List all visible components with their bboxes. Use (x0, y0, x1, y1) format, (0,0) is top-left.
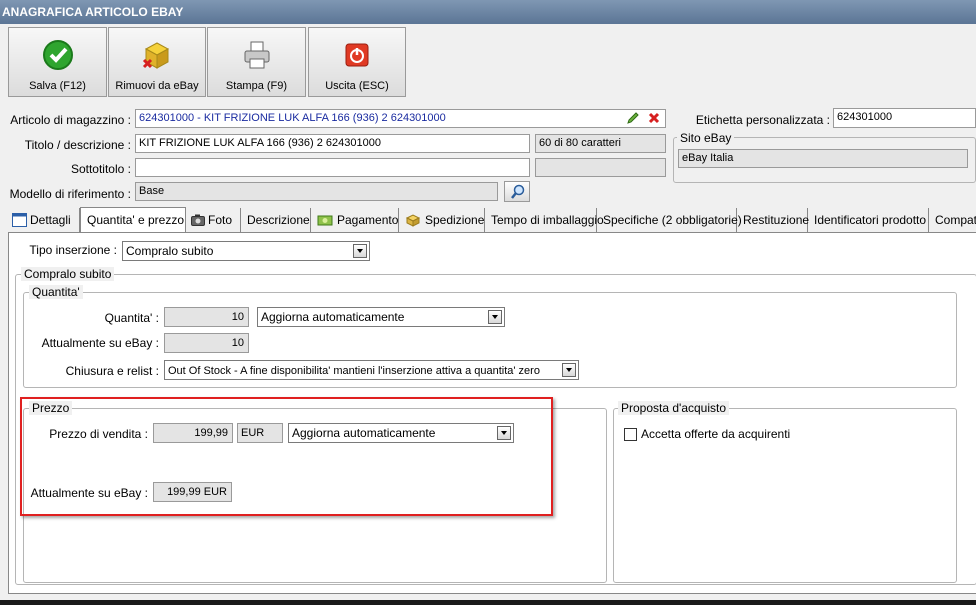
check-icon (42, 40, 73, 70)
exit-button-label: Uscita (ESC) (325, 80, 389, 92)
tab-spedizione-label: Spedizione (425, 213, 485, 227)
print-button-label: Stampa (F9) (225, 80, 288, 92)
power-icon (345, 43, 369, 67)
tab-descrizione[interactable]: Descrizione (241, 208, 311, 232)
title-field[interactable]: KIT FRIZIONE LUK ALFA 166 (936) 2 624301… (135, 134, 530, 153)
model-search-button[interactable] (504, 181, 530, 202)
print-button[interactable]: Stampa (F9) (207, 27, 306, 97)
model-field: Base (135, 182, 498, 201)
quantity-ebay-value: 10 (164, 333, 249, 353)
title-label: Titolo / descrizione : (24, 138, 131, 152)
save-button[interactable]: Salva (F12) (8, 27, 107, 97)
chevron-down-icon[interactable] (562, 363, 576, 377)
article-value: 624301000 - KIT FRIZIONE LUK ALFA 166 (9… (139, 112, 446, 124)
quantity-update-select[interactable]: Aggiorna automaticamente (257, 307, 505, 327)
site-ebay-group-title: Sito eBay (677, 131, 735, 145)
site-ebay-value: eBay Italia (678, 149, 968, 168)
magnifier-icon (511, 184, 525, 199)
shipping-icon (405, 214, 421, 227)
tab-tempo-imballaggio-label: Tempo di imballaggio (491, 213, 604, 227)
buy-now-group-title: Compralo subito (21, 267, 115, 281)
chevron-down-icon[interactable] (488, 310, 502, 324)
article-field[interactable]: 624301000 - KIT FRIZIONE LUK ALFA 166 (9… (135, 109, 666, 128)
subtitle-field[interactable] (135, 158, 530, 177)
tab-quantita-prezzo-label: Quantita' e prezzo (87, 213, 185, 227)
tab-descrizione-label: Descrizione (247, 213, 310, 227)
camera-icon (191, 214, 205, 226)
tab-tempo-imballaggio[interactable]: Tempo di imballaggio (485, 208, 604, 232)
close-relist-select[interactable]: Out Of Stock - A fine disponibilita' man… (164, 360, 579, 380)
exit-button[interactable]: Uscita (ESC) (308, 27, 406, 97)
article-label: Articolo di magazzino : (10, 113, 131, 127)
highlight-box (20, 397, 553, 516)
custom-label-field[interactable]: 624301000 (833, 108, 976, 128)
tab-quantita-prezzo[interactable]: Quantita' e prezzo (80, 207, 186, 233)
close-relist-value: Out Of Stock - A fine disponibilita' man… (168, 365, 540, 377)
quantity-group-title: Quantita' (29, 285, 83, 299)
tab-restituzione-label: Restituzione (743, 213, 810, 227)
payment-icon (317, 215, 333, 226)
quantity-value: 10 (231, 311, 244, 323)
tab-spedizione[interactable]: Spedizione (399, 208, 485, 232)
listing-type-select[interactable]: Compralo subito (122, 241, 370, 261)
title-value: KIT FRIZIONE LUK ALFA 166 (936) 2 624301… (139, 137, 381, 149)
accept-offers-checkbox[interactable]: Accetta offerte da acquirenti (624, 427, 954, 443)
save-button-label: Salva (F12) (29, 80, 86, 92)
remove-button-label: Rimuovi da eBay (115, 80, 199, 92)
model-value: Base (139, 185, 165, 197)
tab-restituzione[interactable]: Restituzione (737, 208, 810, 232)
tab-specifiche[interactable]: Specifiche (2 obbligatorie) (597, 208, 742, 232)
subtitle-label: Sottotitolo : (70, 162, 131, 176)
quantity-ebay-label: Attualmente su eBay : (41, 336, 159, 350)
offer-group-title: Proposta d'acquisto (618, 401, 730, 415)
tab-pagamento-label: Pagamento (337, 213, 399, 227)
quantity-label: Quantita' : (104, 311, 159, 325)
model-label: Modello di riferimento : (9, 187, 131, 201)
custom-label-label: Etichetta personalizzata : (695, 113, 830, 127)
tab-dettagli[interactable]: Dettagli (8, 208, 80, 232)
quantity-field[interactable]: 10 (164, 307, 249, 327)
window-bottom-edge (0, 600, 976, 605)
close-relist-label: Chiusura e relist : (65, 364, 159, 378)
subtitle-char-count (535, 158, 666, 177)
box-remove-icon (142, 42, 170, 69)
char-count: 60 di 80 caratteri (535, 134, 666, 153)
tab-panel: Tipo inserzione : Compralo subito Compra… (8, 232, 976, 594)
pencil-icon[interactable] (626, 111, 640, 125)
tab-foto-label: Foto (208, 213, 233, 227)
tab-compatibilita-label: Compatib (935, 213, 976, 227)
tab-strip: Dettagli Quantita' e prezzo Foto Descriz… (8, 207, 976, 233)
custom-label-value: 624301000 (837, 111, 893, 123)
tab-compatibilita[interactable]: Compatib (929, 208, 976, 232)
details-icon (12, 213, 27, 227)
accept-offers-label: Accetta offerte da acquirenti (641, 427, 791, 441)
listing-type-value: Compralo subito (126, 244, 214, 258)
tab-foto[interactable]: Foto (186, 208, 241, 232)
printer-icon (244, 41, 269, 69)
remove-from-ebay-button[interactable]: Rimuovi da eBay (108, 27, 206, 97)
tab-identificatori-prodotto[interactable]: Identificatori prodotto (808, 208, 929, 232)
tab-identificatori-prodotto-label: Identificatori prodotto (814, 213, 927, 227)
checkbox-box[interactable] (624, 428, 637, 441)
quantity-update-value: Aggiorna automaticamente (261, 310, 405, 324)
chevron-down-icon[interactable] (353, 244, 367, 258)
tab-specifiche-label: Specifiche (2 obbligatorie) (603, 213, 742, 227)
window-title: ANAGRAFICA ARTICOLO EBAY (0, 0, 976, 24)
tab-dettagli-label: Dettagli (30, 213, 71, 227)
listing-type-label: Tipo inserzione : (29, 243, 117, 257)
clear-icon[interactable] (647, 111, 661, 125)
tab-pagamento[interactable]: Pagamento (311, 208, 399, 232)
